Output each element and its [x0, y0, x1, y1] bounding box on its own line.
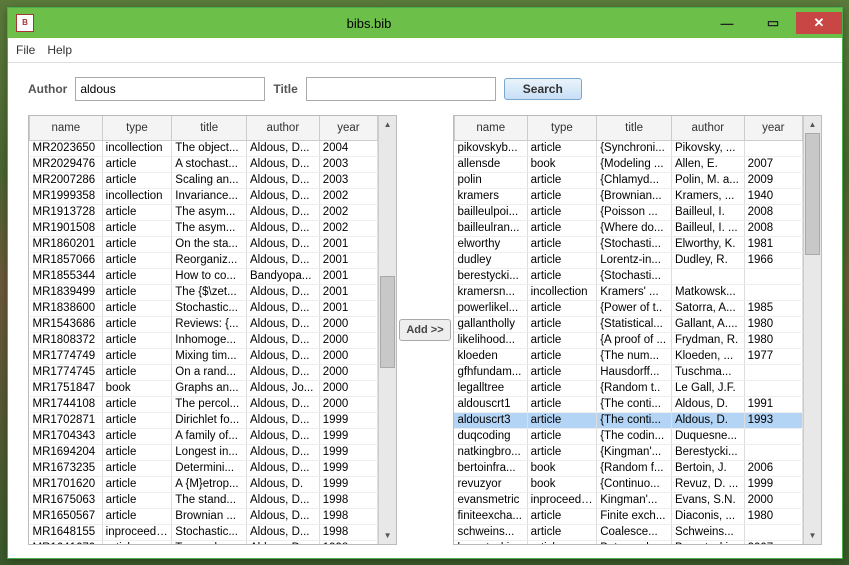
table-row[interactable]: kloedenarticle{The num...Kloeden, ...197…: [454, 349, 802, 365]
table-row[interactable]: MR1860201articleOn the sta...Aldous, D..…: [30, 237, 378, 253]
table-row[interactable]: MR1774745articleOn a rand...Aldous, D...…: [30, 365, 378, 381]
right-table: nametypetitleauthoryear pikovskyb...arti…: [453, 115, 822, 545]
column-header-year[interactable]: year: [319, 116, 377, 141]
table-row[interactable]: kramersarticle{Brownian...Kramers, ...19…: [454, 189, 802, 205]
table-row[interactable]: gfhfundam...articleHausdorff...Tuschma..…: [454, 365, 802, 381]
table-row[interactable]: likelihood...article{A proof of ...Frydm…: [454, 333, 802, 349]
column-header-type[interactable]: type: [527, 116, 597, 141]
scroll-thumb[interactable]: [805, 133, 820, 255]
add-button[interactable]: Add >>: [399, 319, 450, 341]
table-row[interactable]: finiteexcha...articleFinite exch...Diaco…: [454, 509, 802, 525]
right-scrollbar[interactable]: ▲ ▼: [803, 116, 821, 544]
table-row[interactable]: aldouscrt1article{The conti...Aldous, D.…: [454, 397, 802, 413]
table-row[interactable]: MR2029476articleA stochast...Aldous, D..…: [30, 157, 378, 173]
table-row[interactable]: berestycki...article{Stochasti...: [454, 269, 802, 285]
table-row[interactable]: gallanthollyarticle{Statistical...Gallan…: [454, 317, 802, 333]
table-row[interactable]: polinarticle{Chlamyd...Polin, M. a...200…: [454, 173, 802, 189]
table-row[interactable]: allensdebook{Modeling ...Allen, E.2007: [454, 157, 802, 173]
table-row[interactable]: MR1913728articleThe asym...Aldous, D...2…: [30, 205, 378, 221]
window-title: bibs.bib: [34, 16, 704, 31]
table-row[interactable]: MR1648155inproceedi...Stochastic...Aldou…: [30, 525, 378, 541]
scroll-up-icon[interactable]: ▲: [379, 116, 396, 133]
table-row[interactable]: berestycki...articleBeta-coal...Berestyc…: [454, 541, 802, 545]
table-row[interactable]: MR1543686articleReviews: {...Aldous, D..…: [30, 317, 378, 333]
table-row[interactable]: MR1704343articleA family of...Aldous, D.…: [30, 429, 378, 445]
table-row[interactable]: MR2023650incollectionThe object...Aldous…: [30, 141, 378, 157]
table-row[interactable]: duqcodingarticle{The codin...Duquesne...: [454, 429, 802, 445]
app-icon: B: [16, 14, 34, 32]
scroll-down-icon[interactable]: ▼: [804, 527, 821, 544]
table-row[interactable]: MR1838600articleStochastic...Aldous, D..…: [30, 301, 378, 317]
scroll-up-icon[interactable]: ▲: [804, 116, 821, 133]
table-row[interactable]: MR1701620articleA {M}etrop...Aldous, D.1…: [30, 477, 378, 493]
menubar: File Help: [8, 38, 842, 63]
menu-help[interactable]: Help: [47, 43, 72, 57]
table-row[interactable]: MR1702871articleDirichlet fo...Aldous, D…: [30, 413, 378, 429]
table-row[interactable]: MR1808372articleInhomoge...Aldous, D...2…: [30, 333, 378, 349]
column-header-name[interactable]: name: [454, 116, 527, 141]
left-scrollbar[interactable]: ▲ ▼: [378, 116, 396, 544]
table-row[interactable]: aldouscrt3article{The conti...Aldous, D.…: [454, 413, 802, 429]
scroll-thumb[interactable]: [380, 276, 395, 368]
table-row[interactable]: elworthyarticle{Stochasti...Elworthy, K.…: [454, 237, 802, 253]
table-row[interactable]: MR1999358incollectionInvariance...Aldous…: [30, 189, 378, 205]
scroll-down-icon[interactable]: ▼: [379, 527, 396, 544]
column-header-type[interactable]: type: [102, 116, 172, 141]
column-header-title[interactable]: title: [172, 116, 247, 141]
search-row: Author Title Search: [8, 63, 842, 115]
author-label: Author: [28, 82, 67, 96]
table-row[interactable]: schweins...articleCoalesce...Schweins...: [454, 525, 802, 541]
table-row[interactable]: dudleyarticleLorentz-in...Dudley, R.1966: [454, 253, 802, 269]
table-row[interactable]: powerlikel...article{Power of t..Satorra…: [454, 301, 802, 317]
title-label: Title: [273, 82, 297, 96]
menu-file[interactable]: File: [16, 43, 35, 57]
column-header-author[interactable]: author: [671, 116, 744, 141]
table-row[interactable]: MR1675063articleThe stand...Aldous, D...…: [30, 493, 378, 509]
table-row[interactable]: MR1855344articleHow to co...Bandyopa...2…: [30, 269, 378, 285]
minimize-button[interactable]: —: [704, 12, 750, 34]
table-row[interactable]: MR1901508articleThe asym...Aldous, D...2…: [30, 221, 378, 237]
table-row[interactable]: kramersn...incollectionKramers' ...Matko…: [454, 285, 802, 301]
table-row[interactable]: MR1650567articleBrownian ...Aldous, D...…: [30, 509, 378, 525]
table-row[interactable]: MR1744108articleThe percol...Aldous, D..…: [30, 397, 378, 413]
table-row[interactable]: MR1839499articleThe {$\zet...Aldous, D..…: [30, 285, 378, 301]
column-header-author[interactable]: author: [247, 116, 320, 141]
column-header-year[interactable]: year: [744, 116, 802, 141]
author-input[interactable]: [75, 77, 265, 101]
titlebar[interactable]: B bibs.bib — ▭ ✕: [8, 8, 842, 38]
table-row[interactable]: revuzyorbook{Continuo...Revuz, D. ...199…: [454, 477, 802, 493]
table-row[interactable]: natkingbro...article{Kingman'...Berestyc…: [454, 445, 802, 461]
table-row[interactable]: evansmetricinproceedi...Kingman'...Evans…: [454, 493, 802, 509]
window: B bibs.bib — ▭ ✕ File Help Author Title …: [7, 7, 843, 559]
table-row[interactable]: bailleulpoi...article{Poisson ...Bailleu…: [454, 205, 802, 221]
table-row[interactable]: MR1857066articleReorganiz...Aldous, D...…: [30, 253, 378, 269]
table-row[interactable]: bailleulran...article{Where do...Bailleu…: [454, 221, 802, 237]
search-button[interactable]: Search: [504, 78, 582, 100]
table-row[interactable]: bertoinfra...book{Random f...Bertoin, J.…: [454, 461, 802, 477]
table-row[interactable]: MR1774749articleMixing tim...Aldous, D..…: [30, 349, 378, 365]
table-row[interactable]: MR2007286articleScaling an...Aldous, D..…: [30, 173, 378, 189]
close-button[interactable]: ✕: [796, 12, 842, 34]
title-input[interactable]: [306, 77, 496, 101]
column-header-name[interactable]: name: [30, 116, 103, 141]
table-row[interactable]: pikovskyb...article{Synchroni...Pikovsky…: [454, 141, 802, 157]
table-row[interactable]: MR1673235articleDetermini...Aldous, D...…: [30, 461, 378, 477]
table-row[interactable]: MR1751847bookGraphs an...Aldous, Jo...20…: [30, 381, 378, 397]
column-header-title[interactable]: title: [597, 116, 672, 141]
left-table: nametypetitleauthoryear MR2023650incolle…: [28, 115, 397, 545]
table-row[interactable]: legalltreearticle{Random t..Le Gall, J.F…: [454, 381, 802, 397]
table-row[interactable]: MR1641670articleTree-value...Aldous, D..…: [30, 541, 378, 545]
maximize-button[interactable]: ▭: [750, 12, 796, 34]
table-row[interactable]: MR1694204articleLongest in...Aldous, D..…: [30, 445, 378, 461]
